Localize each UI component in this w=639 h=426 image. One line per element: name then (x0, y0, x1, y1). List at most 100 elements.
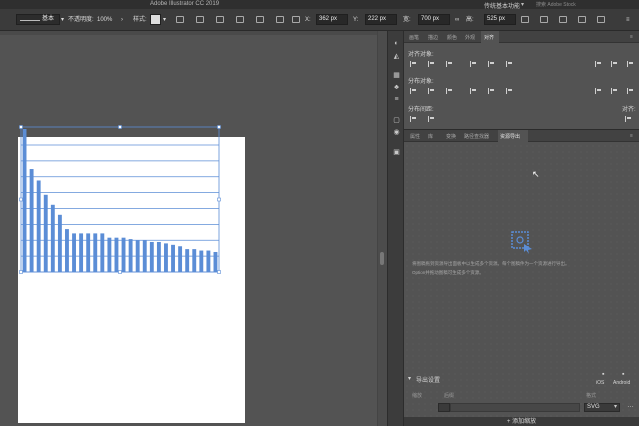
selection-handle[interactable] (19, 125, 23, 129)
tab-pathfinder[interactable]: 路径查找器 (464, 133, 489, 140)
chart-bar[interactable] (93, 233, 98, 272)
chart-bar[interactable] (36, 180, 41, 272)
swatches-icon[interactable]: ▦ (392, 72, 401, 80)
chart-bar[interactable] (142, 240, 147, 272)
align-bottom-icon[interactable] (506, 61, 513, 67)
distribute-icon[interactable] (627, 88, 634, 94)
panel-menu-icon[interactable]: ≡ (630, 34, 633, 40)
distribute-icon[interactable] (559, 16, 567, 23)
chart-bar[interactable] (121, 237, 126, 272)
symbols-icon[interactable]: ♣ (392, 84, 401, 92)
chart-bar[interactable] (192, 249, 197, 272)
chart-bar[interactable] (50, 204, 55, 272)
selection-handle[interactable] (19, 270, 23, 274)
brush-icon[interactable]: ◭ (392, 53, 401, 61)
scrollbar-thumb[interactable] (380, 252, 384, 265)
ios-button[interactable]: iOS (596, 380, 604, 386)
isolate-icon[interactable] (540, 16, 548, 23)
scale-select[interactable] (438, 403, 450, 412)
distribute-icon[interactable] (595, 88, 602, 94)
selection-handle[interactable] (118, 270, 122, 274)
stroke-icon[interactable]: ≡ (392, 96, 401, 104)
chevron-down-icon[interactable]: ▾ (521, 1, 524, 8)
export-settings-header[interactable]: ▾ 导出设置 ▪ ▪ iOS Android (404, 371, 639, 386)
bar-chart[interactable] (0, 0, 380, 426)
spacing-vertical-icon[interactable] (410, 116, 417, 122)
chart-bar[interactable] (164, 243, 168, 272)
chart-bar[interactable] (206, 250, 211, 272)
tab-properties[interactable]: 属性 (410, 133, 420, 140)
grid-icon[interactable] (578, 16, 586, 23)
chevron-down-icon[interactable]: ▾ (408, 375, 411, 382)
vertical-scrollbar[interactable] (377, 31, 387, 426)
align-to-select-icon[interactable] (625, 116, 632, 122)
add-scale-button[interactable]: + 添加缩放 (404, 417, 639, 426)
tab-align[interactable]: 对齐 (484, 34, 494, 41)
align-icon[interactable] (595, 61, 602, 67)
align-top-icon[interactable] (470, 61, 477, 67)
chart-bar[interactable] (135, 240, 140, 272)
chart-bar[interactable] (107, 237, 112, 272)
height-field[interactable]: 525 px (484, 14, 516, 25)
tab-asset-export[interactable]: 资源导出 (500, 133, 520, 140)
distribute-top-icon[interactable] (410, 88, 417, 94)
tab-transform[interactable]: 变换 (446, 133, 456, 140)
distribute-hcenter-icon[interactable] (488, 88, 495, 94)
chart-bar[interactable] (43, 194, 48, 272)
chart-bar[interactable] (178, 246, 183, 272)
chart-bar[interactable] (79, 233, 84, 272)
chart-bar[interactable] (199, 250, 204, 272)
distribute-icon[interactable] (611, 88, 618, 94)
chart-bar[interactable] (29, 169, 34, 272)
suffix-input[interactable] (450, 403, 580, 412)
chart-bar[interactable] (213, 251, 218, 272)
distribute-right-icon[interactable] (506, 88, 513, 94)
gradient-icon[interactable]: ▢ (392, 117, 401, 125)
selection-handle[interactable] (217, 197, 221, 202)
chart-bar[interactable] (57, 214, 62, 272)
chart-bar[interactable] (128, 239, 133, 272)
align-left-icon[interactable] (410, 61, 417, 67)
panel-menu-icon[interactable]: ≡ (630, 133, 633, 139)
layers-icon[interactable]: ◉ (392, 129, 401, 137)
selection-handle[interactable] (19, 197, 23, 202)
align-icon[interactable] (611, 61, 618, 67)
color-guide-icon[interactable]: ◐ (392, 40, 401, 48)
selection-bounding-box[interactable] (20, 126, 220, 273)
android-button[interactable]: Android (613, 380, 630, 386)
chart-bar[interactable] (22, 129, 27, 272)
align-right-icon[interactable] (446, 61, 453, 67)
chart-bar[interactable] (65, 229, 69, 272)
chevron-down-icon[interactable]: ▾ (614, 403, 617, 410)
tab-brushes[interactable]: 画笔 (409, 34, 419, 41)
chart-bar[interactable] (185, 249, 190, 272)
spacing-horizontal-icon[interactable] (428, 116, 435, 122)
distribute-bottom-icon[interactable] (446, 88, 453, 94)
transform-icon[interactable] (521, 16, 529, 23)
arrange-icon[interactable] (597, 16, 605, 23)
tab-libraries[interactable]: 库 (428, 133, 433, 140)
panel-menu-icon[interactable]: ≡ (626, 15, 630, 25)
chart-bar[interactable] (149, 241, 154, 272)
tab-color[interactable]: 颜色 (447, 34, 457, 41)
chart-bar[interactable] (100, 233, 105, 272)
chart-bar[interactable] (171, 244, 175, 272)
selection-handle[interactable] (217, 125, 221, 129)
chart-bar[interactable] (156, 241, 161, 272)
align-vcenter-icon[interactable] (488, 61, 495, 67)
chart-bar[interactable] (114, 237, 119, 272)
align-hcenter-icon[interactable] (428, 61, 435, 67)
android-device-icon[interactable]: ▪ (622, 371, 624, 378)
tab-appearance[interactable]: 外观 (465, 34, 475, 41)
artboards-icon[interactable]: ▣ (392, 149, 401, 157)
width-field[interactable]: 700 px (418, 14, 450, 25)
chart-bar[interactable] (72, 233, 76, 272)
chart-bar[interactable] (86, 233, 91, 272)
distribute-left-icon[interactable] (470, 88, 477, 94)
selection-handle[interactable] (118, 125, 122, 129)
align-icon[interactable] (627, 61, 634, 67)
ios-device-icon[interactable]: ▪ (602, 371, 604, 378)
more-options-icon[interactable]: … (627, 402, 634, 409)
link-icon[interactable]: ∞ (455, 15, 459, 25)
selection-handle[interactable] (217, 270, 221, 274)
